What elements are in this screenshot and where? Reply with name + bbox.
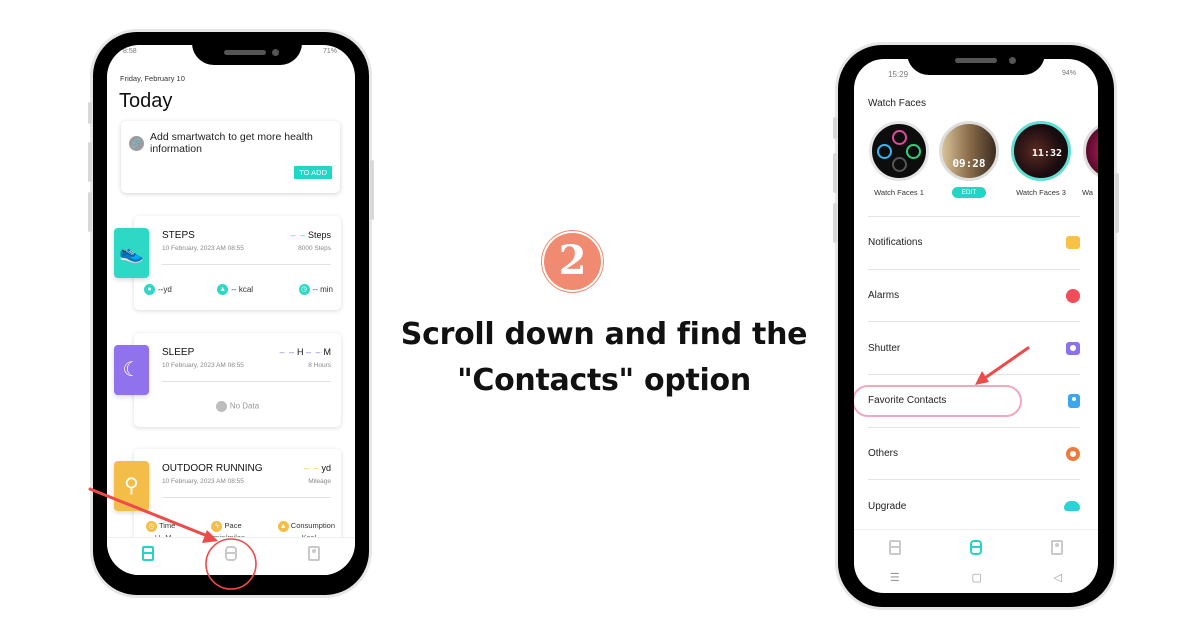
link-icon: 🔗 (129, 136, 144, 151)
watch-face-4[interactable]: Wa (1082, 121, 1098, 197)
steps-card[interactable]: 👟 STEPS 10 February, 2023 AM 08:55 – – St… (114, 216, 341, 310)
watch-face-2[interactable]: 09:28 EDIT (938, 121, 1000, 199)
flame-icon: ▲ (217, 284, 229, 295)
contacts-icon (1068, 393, 1080, 408)
location-icon: ● (144, 284, 155, 295)
clock-icon: ◷ (298, 284, 310, 295)
watch-faces-carousel[interactable]: Watch Faces 1 09:28 EDIT 11:32 Watch Fac… (868, 121, 1098, 211)
recent-apps-button[interactable]: ☰ (890, 571, 900, 584)
sleep-goal: 8 Hours (308, 362, 331, 369)
sleep-title: SLEEP (162, 347, 195, 358)
sleep-date: 10 February, 2023 AM 08:55 (162, 362, 244, 369)
watch-face-thumbnail (869, 121, 929, 181)
instruction-line-2: "Contacts" option (457, 363, 751, 398)
menu-item-notifications[interactable]: Notifications (868, 216, 1080, 269)
duration-stat: ◷ -- min (298, 284, 333, 295)
watch-face-label: Wa (1082, 188, 1093, 197)
highlight-ring (854, 385, 1022, 418)
divider (162, 264, 331, 265)
instruction-text: Scroll down and find the "Contacts" opti… (380, 312, 828, 404)
bolt-icon: ϟ (211, 521, 223, 532)
side-button (370, 160, 374, 220)
to-add-button[interactable]: TO ADD (294, 166, 332, 179)
screen-health-today: 8:58 71% Friday, February 10 Today 🔗 Add… (107, 45, 355, 575)
steps-goal: 8000 Steps (298, 245, 331, 252)
side-button (88, 192, 92, 232)
location-pin-icon: ⚲ (114, 461, 149, 511)
watch-face-thumbnail: 09:28 (939, 121, 999, 181)
divider (162, 497, 331, 498)
tab-health-icon[interactable] (888, 540, 901, 555)
tab-device-icon[interactable] (969, 540, 982, 555)
device-settings-menu: Notifications Alarms Shutter Favorite Co… (854, 216, 1080, 532)
sleep-value: – – H – – M (279, 347, 331, 357)
camera-icon (1066, 341, 1080, 355)
distance-stat: ● --yd (144, 284, 172, 295)
side-button (88, 102, 92, 124)
running-mileage-label: Mileage (308, 478, 331, 485)
android-navigation-bar: ☰ ▢ ◁ (854, 567, 1098, 587)
watch-face-thumbnail: 11:32 (1011, 121, 1071, 181)
menu-item-upgrade[interactable]: Upgrade (868, 479, 1080, 532)
steps-date: 10 February, 2023 AM 08:55 (162, 245, 244, 252)
divider (162, 381, 331, 382)
status-time: 8:58 (123, 48, 137, 55)
watch-face-3[interactable]: 11:32 Watch Faces 3 (1010, 121, 1072, 197)
steps-value: – – Steps (290, 230, 331, 240)
menu-item-favorite-contacts[interactable]: Favorite Contacts (854, 374, 1080, 427)
running-date: 10 February, 2023 AM 08:55 (162, 478, 244, 485)
watch-face-label: Watch Faces 3 (1016, 188, 1066, 197)
add-smartwatch-message: Add smartwatch to get more health inform… (150, 131, 313, 155)
steps-title: STEPS (162, 230, 195, 241)
running-title: OUTDOOR RUNNING (162, 463, 263, 474)
home-button[interactable]: ▢ (972, 571, 982, 584)
menu-item-shutter[interactable]: Shutter (868, 321, 1080, 374)
screen-device-settings: 15:29 94% Watch Faces Watch Faces 1 09:2… (854, 59, 1098, 593)
notch (907, 45, 1045, 75)
clock-icon: ◷ (146, 521, 157, 532)
tab-health-icon[interactable] (142, 546, 155, 561)
side-button (1115, 173, 1119, 233)
side-button (833, 117, 837, 139)
message-icon (1066, 236, 1080, 250)
cloud-download-icon (1064, 501, 1080, 512)
bottom-tab-bar (854, 529, 1098, 565)
instruction-line-1: Scroll down and find the (400, 317, 808, 352)
notch (192, 32, 302, 65)
no-data: No Data (134, 401, 341, 412)
watch-face-1[interactable]: Watch Faces 1 (868, 121, 930, 197)
running-value: – – yd (303, 463, 331, 473)
add-smartwatch-card[interactable]: 🔗 Add smartwatch to get more health info… (121, 121, 340, 193)
calorie-stat: ▲ -- kcal (217, 284, 253, 295)
date-subtitle: Friday, February 10 (120, 74, 185, 83)
alarm-clock-icon (1066, 288, 1080, 303)
phone-right: 15:29 94% Watch Faces Watch Faces 1 09:2… (833, 45, 1119, 607)
watch-face-label: Watch Faces 1 (874, 188, 924, 197)
sleep-card[interactable]: ☾ SLEEP 10 February, 2023 AM 08:55 – – H … (114, 333, 341, 427)
bottom-tab-bar (107, 537, 355, 575)
phone-left: 8:58 71% Friday, February 10 Today 🔗 Add… (88, 32, 374, 595)
flame-icon: ▲ (277, 521, 289, 532)
back-button[interactable]: ◁ (1054, 571, 1062, 584)
side-button (833, 203, 837, 243)
moon-sleep-icon: ☾ (114, 345, 149, 395)
watch-face-thumbnail (1083, 121, 1098, 181)
sad-face-icon (215, 401, 227, 412)
menu-item-others[interactable]: Others (868, 426, 1080, 480)
watch-faces-title: Watch Faces (868, 98, 926, 109)
edit-watch-face-button[interactable]: EDIT (951, 187, 987, 198)
tab-profile-icon[interactable] (307, 546, 320, 561)
sneaker-icon: 👟 (114, 228, 149, 278)
step-number-badge: 2 (542, 231, 603, 292)
gear-icon (1066, 446, 1080, 461)
status-time: 15:29 (888, 70, 909, 79)
tab-profile-icon[interactable] (1051, 540, 1064, 555)
menu-item-alarms[interactable]: Alarms (868, 268, 1080, 322)
status-battery: 94% (1061, 70, 1076, 77)
tab-device-icon[interactable] (224, 546, 237, 561)
status-battery: 71% (322, 48, 337, 55)
side-button (833, 153, 837, 193)
page-title: Today (119, 90, 173, 112)
side-button (88, 142, 92, 182)
